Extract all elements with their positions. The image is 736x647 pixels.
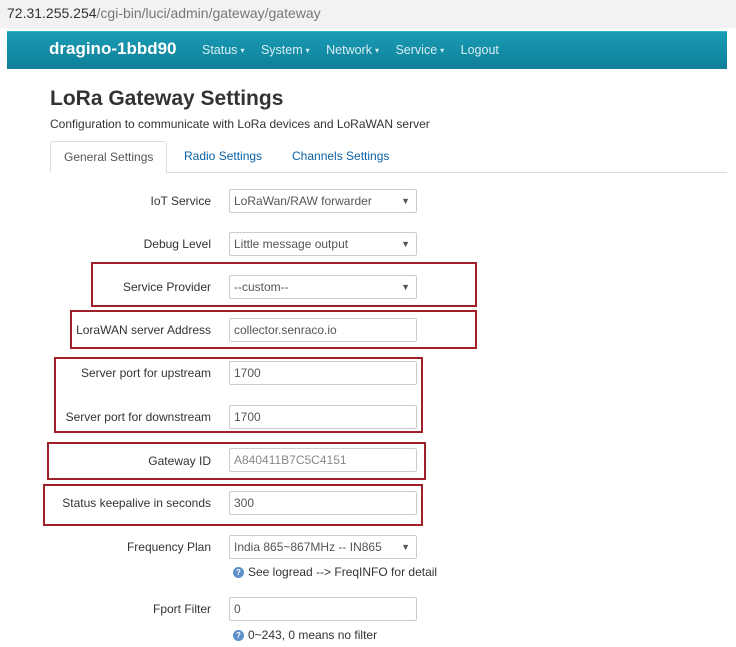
menu-network[interactable]: Network ▾ [326, 43, 379, 57]
frequency-plan-select[interactable]: India 865~867MHz -- IN865 ▼ [229, 535, 417, 559]
iot-service-value: LoRaWan/RAW forwarder [234, 194, 372, 208]
fport-filter-label: Fport Filter [152, 602, 211, 616]
menu-status-label: Status [202, 43, 238, 57]
chevron-down-icon: ▾ [305, 46, 310, 55]
select-arrow-icon: ▼ [401, 196, 410, 206]
fport-filter-hint: ? 0~243, 0 means no filter [233, 628, 377, 642]
gateway-id-input[interactable]: A840411B7C5C4151 [229, 448, 417, 472]
frequency-plan-label: Frequency Plan [126, 540, 211, 554]
brand-title[interactable]: dragino-1bbd90 [49, 39, 177, 59]
main-menu: Status ▾ System ▾ Network ▾ Service ▾ Logout [202, 43, 512, 57]
menu-status[interactable]: Status ▾ [202, 43, 244, 57]
service-provider-select[interactable]: --custom-- ▼ [229, 275, 417, 299]
frequency-plan-hint: ? See logread --> FreqINFO for detail [233, 565, 437, 579]
debug-level-value: Little message output [234, 237, 349, 251]
port-upstream-label: Server port for upstream [80, 366, 211, 380]
settings-tabs: General Settings Radio Settings Channels… [50, 141, 727, 173]
menu-system[interactable]: System ▾ [261, 43, 310, 57]
iot-service-select[interactable]: LoRaWan/RAW forwarder ▼ [229, 189, 417, 213]
service-provider-label: Service Provider [122, 280, 211, 294]
menu-logout[interactable]: Logout [461, 43, 499, 57]
debug-level-select[interactable]: Little message output ▼ [229, 232, 417, 256]
chevron-down-icon: ▾ [440, 46, 445, 55]
page-title: LoRa Gateway Settings [50, 87, 284, 110]
url-host: 72.31.255.254 [7, 5, 97, 21]
tab-general-settings[interactable]: General Settings [50, 141, 168, 173]
help-icon: ? [233, 630, 244, 641]
chevron-down-icon: ▾ [374, 46, 379, 55]
page-description: Configuration to communicate with LoRa d… [50, 117, 430, 131]
select-arrow-icon: ▼ [401, 542, 410, 552]
port-downstream-label: Server port for downstream [65, 410, 211, 424]
tab-radio-settings[interactable]: Radio Settings [171, 141, 275, 171]
select-arrow-icon: ▼ [401, 239, 410, 249]
frequency-plan-hint-text: See logread --> FreqINFO for detail [248, 565, 438, 579]
server-address-label: LoraWAN server Address [76, 323, 211, 337]
iot-service-label: IoT Service [150, 194, 211, 208]
service-provider-value: --custom-- [234, 280, 289, 294]
browser-url-bar[interactable]: 72.31.255.254/cgi-bin/luci/admin/gateway… [0, 0, 736, 28]
menu-system-label: System [260, 43, 303, 57]
menu-network-label: Network [326, 43, 372, 57]
menu-logout-label: Logout [460, 43, 499, 57]
help-icon: ? [233, 567, 244, 578]
tab-channels-settings[interactable]: Channels Settings [279, 141, 402, 171]
select-arrow-icon: ▼ [401, 282, 410, 292]
server-address-input[interactable]: collector.senraco.io [229, 318, 417, 342]
frequency-plan-value: India 865~867MHz -- IN865 [234, 540, 382, 554]
chevron-down-icon: ▾ [240, 46, 245, 55]
debug-level-label: Debug Level [143, 237, 211, 251]
port-upstream-input[interactable]: 1700 [229, 361, 417, 385]
fport-filter-input[interactable]: 0 [229, 597, 417, 621]
top-navbar: dragino-1bbd90 Status ▾ System ▾ Network ▾ … [7, 31, 727, 69]
port-downstream-input[interactable]: 1700 [229, 405, 417, 429]
keepalive-input[interactable]: 300 [229, 491, 417, 515]
url-path: /cgi-bin/luci/admin/gateway/gateway [96, 5, 321, 21]
keepalive-label: Status keepalive in seconds [62, 496, 211, 510]
menu-service-label: Service [395, 43, 438, 57]
gateway-id-label: Gateway ID [148, 454, 211, 468]
menu-service[interactable]: Service ▾ [395, 43, 444, 57]
fport-filter-hint-text: 0~243, 0 means no filter [248, 628, 378, 642]
